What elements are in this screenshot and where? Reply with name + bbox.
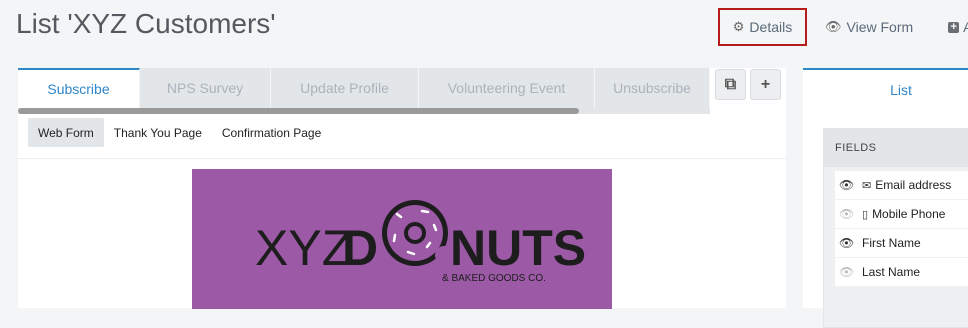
logo-xyz: XYZ: [255, 220, 352, 276]
tab-label: Unsubscribe: [613, 80, 691, 96]
tab-unsubscribe[interactable]: Unsubscribe: [595, 68, 710, 108]
fields-list: 👁 ✉ Email address 👁 ▯ Mobile Phone 👁 Fir…: [835, 171, 968, 287]
copy-button[interactable]: ⧉: [715, 69, 746, 100]
add-button[interactable]: + A: [948, 8, 968, 46]
logo-nuts: NUTS: [450, 220, 586, 276]
field-last-name[interactable]: 👁 Last Name: [835, 258, 968, 287]
add-tab-button[interactable]: +: [750, 69, 781, 100]
add-label: A: [963, 19, 968, 35]
tab-subscribe[interactable]: Subscribe: [18, 68, 140, 108]
copy-icon: ⧉: [724, 75, 737, 93]
subtab-label: Confirmation Page: [221, 125, 322, 140]
tab-label: NPS Survey: [166, 80, 244, 96]
eye-icon[interactable]: 👁: [839, 265, 854, 279]
eye-icon: 👁: [825, 19, 842, 34]
tab-volunteering-event[interactable]: Volunteering Event: [419, 68, 595, 108]
field-label: Last Name: [862, 265, 921, 279]
divider: [18, 158, 786, 159]
plus-icon: +: [760, 75, 771, 93]
subtab-confirmation-page[interactable]: Confirmation Page: [212, 118, 331, 147]
tab-nps-survey[interactable]: NPS Survey: [140, 68, 271, 108]
logo-d: D: [342, 220, 378, 276]
donut-icon: [382, 200, 453, 266]
field-label: Mobile Phone: [872, 207, 946, 221]
xyz-donuts-logo: XYZ D NUTS & BAKED GOODS CO.: [255, 200, 586, 284]
field-label: Email address: [875, 178, 952, 192]
page-title: List 'XYZ Customers': [16, 8, 276, 39]
subtab-label: Thank You Page: [113, 125, 202, 140]
details-button[interactable]: ⚙ Details: [718, 8, 807, 46]
plus-square-icon: +: [948, 21, 960, 33]
field-mobile-phone[interactable]: 👁 ▯ Mobile Phone: [835, 200, 968, 229]
subtabs: Web Form Thank You Page Confirmation Pag…: [28, 118, 331, 147]
form-editor-panel: Subscribe NPS Survey Update Profile Volu…: [18, 68, 786, 309]
fields-header: FIELDS: [824, 129, 968, 167]
eye-icon[interactable]: 👁: [839, 178, 854, 192]
side-tab-label: List: [890, 82, 912, 98]
form-tabs: Subscribe NPS Survey Update Profile Volu…: [18, 68, 710, 108]
fields-box: FIELDS 👁 ✉ Email address 👁 ▯ Mobile Phon…: [823, 128, 968, 328]
tab-label: Subscribe: [47, 81, 110, 97]
tab-label: Volunteering Event: [447, 80, 566, 96]
subtab-thank-you-page[interactable]: Thank You Page: [104, 118, 212, 147]
subtab-label: Web Form: [38, 125, 94, 140]
logo-tagline: & BAKED GOODS CO.: [442, 273, 546, 284]
field-email-address[interactable]: 👁 ✉ Email address: [835, 171, 968, 200]
details-label: Details: [749, 19, 793, 35]
eye-icon[interactable]: 👁: [839, 236, 854, 250]
tab-list[interactable]: List: [803, 68, 968, 110]
tab-scrollbar-thumb[interactable]: [18, 108, 579, 114]
view-form-button[interactable]: 👁 View Form: [825, 8, 913, 46]
field-label: First Name: [862, 236, 921, 250]
brand-banner: XYZ D NUTS & BAKED GOODS CO.: [192, 169, 612, 309]
tab-label: Update Profile: [300, 80, 389, 96]
envelope-icon: ✉: [862, 179, 872, 192]
side-panel: List FIELDS 👁 ✉ Email address 👁 ▯ Mobile…: [803, 68, 968, 328]
field-first-name[interactable]: 👁 First Name: [835, 229, 968, 258]
view-form-label: View Form: [846, 19, 914, 35]
eye-icon[interactable]: 👁: [839, 207, 854, 221]
top-actions: ⚙ Details 👁 View Form + A: [718, 8, 968, 46]
tab-update-profile[interactable]: Update Profile: [271, 68, 419, 108]
mobile-icon: ▯: [862, 208, 869, 221]
gear-icon: ⚙: [732, 19, 745, 34]
subtab-web-form[interactable]: Web Form: [28, 118, 104, 147]
